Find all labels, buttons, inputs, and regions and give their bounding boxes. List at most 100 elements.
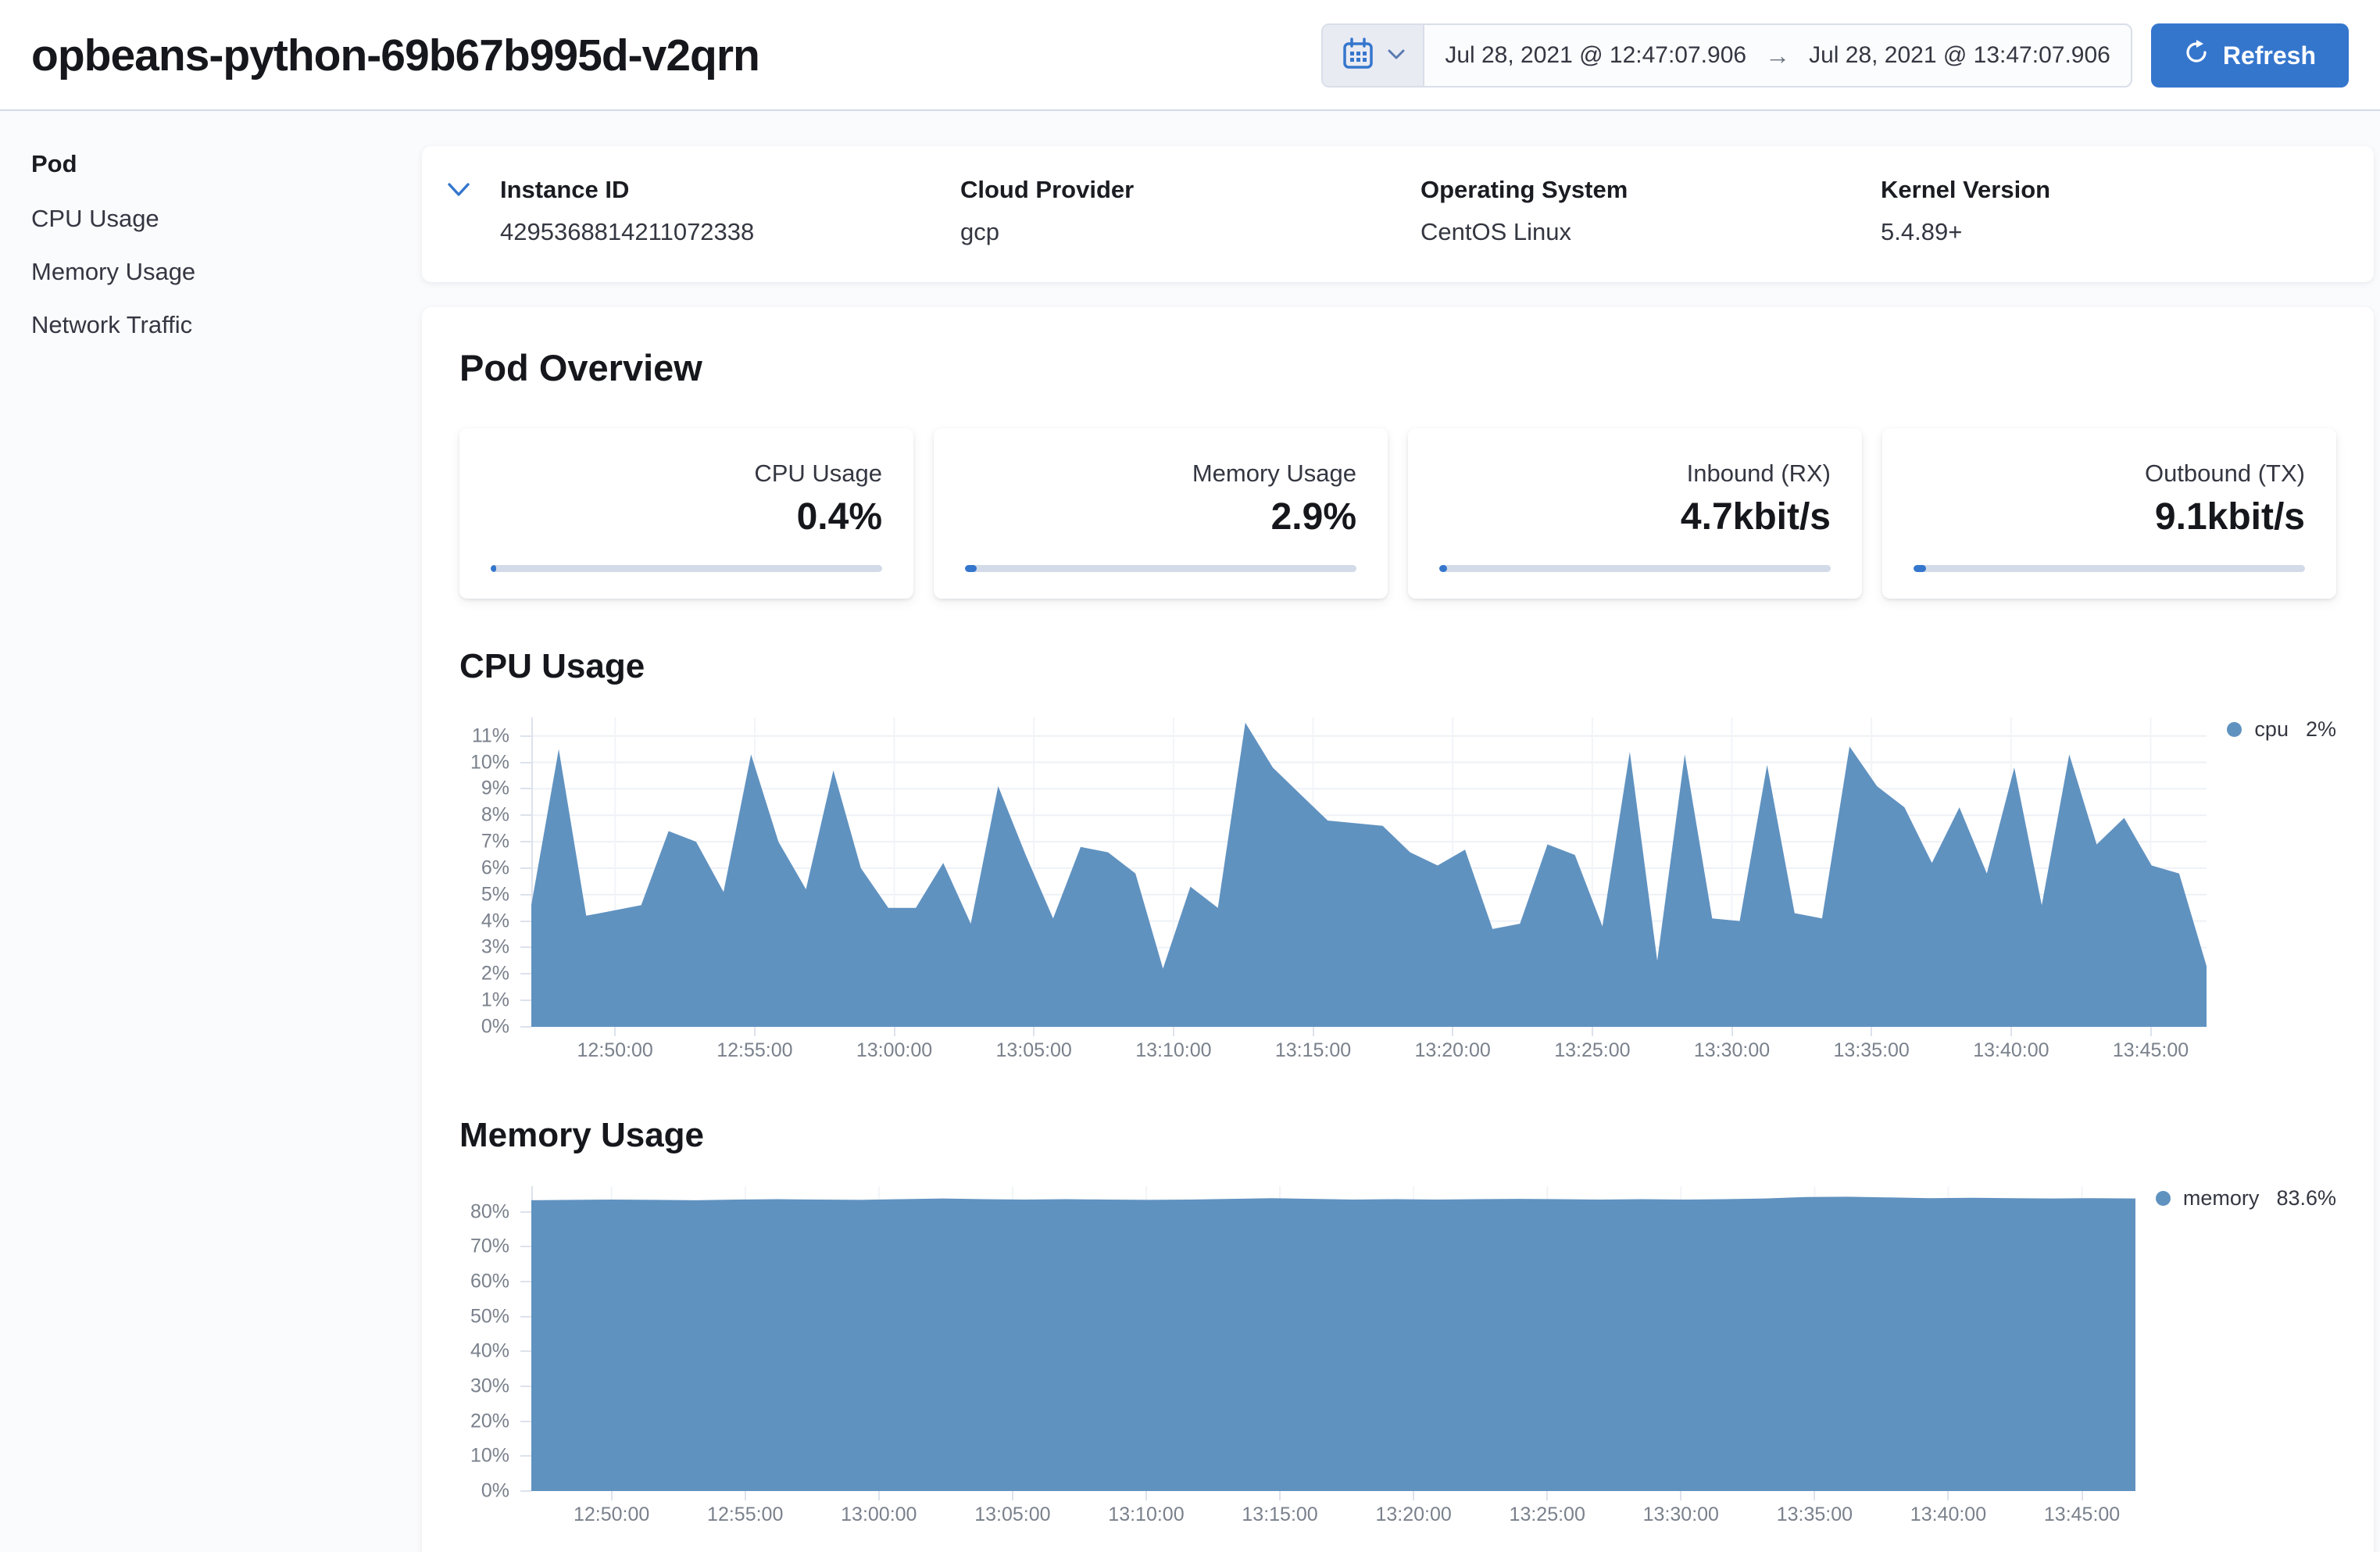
x-tick-mark bbox=[1947, 1491, 1949, 1500]
x-tick-label: 13:40:00 bbox=[1973, 1039, 2049, 1062]
x-tick-label: 13:05:00 bbox=[974, 1504, 1050, 1526]
metric-card-progress-fill bbox=[1439, 565, 1447, 572]
x-tick-mark bbox=[2150, 1027, 2152, 1036]
y-tick-mark bbox=[520, 867, 531, 869]
metric-card-value: 2.9% bbox=[965, 495, 1356, 538]
refresh-button[interactable]: Refresh bbox=[2151, 23, 2349, 88]
x-tick-label: 13:35:00 bbox=[1777, 1504, 1853, 1526]
metric-card-progress-fill bbox=[491, 565, 496, 572]
pod-overview-panel: Pod Overview CPU Usage 0.4% Memory Usage 2.… bbox=[422, 307, 2374, 1552]
metadata-field-value: CentOS Linux bbox=[1420, 218, 1881, 246]
header-controls: Jul 28, 2021 @ 12:47:07.906 → Jul 28, 20… bbox=[1321, 23, 2349, 88]
y-tick-label: 6% bbox=[481, 856, 509, 879]
metric-card-outbound-tx-: Outbound (TX)9.1kbit/s bbox=[1882, 428, 2336, 599]
memory-chart-title: Memory Usage bbox=[459, 1116, 2336, 1155]
cpu-usage-chart: 0%1%2%3%4%5%6%7%8%9%10%11%12:50:0012:55:… bbox=[459, 717, 2336, 1067]
y-tick-label: 8% bbox=[481, 804, 509, 827]
y-tick-mark bbox=[520, 1316, 531, 1318]
x-tick-label: 13:20:00 bbox=[1375, 1504, 1451, 1526]
y-tick-label: 20% bbox=[470, 1410, 509, 1432]
metric-card-progress-track bbox=[491, 565, 882, 572]
metric-card-label: Memory Usage bbox=[965, 460, 1356, 488]
x-tick-label: 13:25:00 bbox=[1554, 1039, 1630, 1062]
sidebar-nav: Pod CPU Usage Memory Usage Network Traffic bbox=[31, 111, 422, 1552]
x-tick-mark bbox=[894, 1027, 895, 1036]
x-tick-mark bbox=[1145, 1491, 1147, 1500]
y-tick-mark bbox=[520, 1026, 531, 1028]
y-tick-label: 30% bbox=[470, 1375, 509, 1397]
page-header: opbeans-python-69b67b995d-v2qrn bbox=[0, 0, 2380, 111]
date-start[interactable]: Jul 28, 2021 @ 12:47:07.906 bbox=[1445, 42, 1746, 69]
x-tick-label: 12:50:00 bbox=[577, 1039, 653, 1062]
metric-card-progress-track bbox=[965, 565, 1356, 572]
x-tick-label: 13:00:00 bbox=[856, 1039, 932, 1062]
metadata-field-label: Operating System bbox=[1420, 176, 1881, 204]
y-tick-label: 3% bbox=[481, 936, 509, 959]
y-tick-mark bbox=[520, 814, 531, 816]
x-tick-mark bbox=[1413, 1491, 1414, 1500]
y-tick-label: 5% bbox=[481, 883, 509, 906]
y-tick-mark bbox=[520, 1490, 531, 1492]
metric-card-inbound-rx-: Inbound (RX)4.7kbit/s bbox=[1408, 428, 1862, 599]
x-tick-mark bbox=[2082, 1491, 2083, 1500]
metadata-field: Instance ID4295368814211072338 bbox=[500, 176, 960, 246]
metadata-field-value: gcp bbox=[960, 218, 1420, 246]
y-tick-label: 9% bbox=[481, 778, 509, 800]
x-tick-label: 13:05:00 bbox=[996, 1039, 1072, 1062]
metadata-field-value: 5.4.89+ bbox=[1881, 218, 2341, 246]
x-tick-label: 13:15:00 bbox=[1242, 1504, 1317, 1526]
cpu-chart-title: CPU Usage bbox=[459, 647, 2336, 686]
y-tick-label: 70% bbox=[470, 1236, 509, 1258]
x-tick-mark bbox=[1546, 1491, 1548, 1500]
sidebar-item-memory-usage[interactable]: Memory Usage bbox=[31, 258, 422, 286]
y-tick-label: 50% bbox=[470, 1305, 509, 1328]
y-tick-mark bbox=[520, 921, 531, 922]
metadata-collapse-chevron-icon[interactable] bbox=[445, 181, 472, 202]
x-tick-label: 13:30:00 bbox=[1643, 1504, 1719, 1526]
metric-card-memory-usage: Memory Usage 2.9% bbox=[934, 428, 1388, 599]
y-tick-label: 0% bbox=[481, 1480, 509, 1503]
legend-series-value: 2% bbox=[2306, 717, 2336, 742]
sidebar-item-cpu-usage[interactable]: CPU Usage bbox=[31, 205, 422, 233]
plot-area: 12:50:0012:55:0013:00:0013:05:0013:10:00… bbox=[531, 717, 2207, 1067]
x-tick-mark bbox=[878, 1491, 880, 1500]
chevron-down-icon bbox=[1387, 48, 1406, 64]
sidebar-heading-pod: Pod bbox=[31, 150, 422, 178]
x-tick-mark bbox=[1173, 1027, 1174, 1036]
y-tick-label: 4% bbox=[481, 910, 509, 932]
x-tick-mark bbox=[1452, 1027, 1453, 1036]
legend-series-name[interactable]: cpu bbox=[2254, 717, 2289, 742]
metadata-field-label: Cloud Provider bbox=[960, 176, 1420, 204]
y-tick-mark bbox=[520, 762, 531, 763]
metadata-field: Operating System CentOS Linux bbox=[1420, 176, 1881, 246]
pod-overview-title: Pod Overview bbox=[459, 346, 2336, 389]
sidebar-item-network-traffic[interactable]: Network Traffic bbox=[31, 311, 422, 339]
metadata-field: Cloud Provider gcp bbox=[960, 176, 1420, 246]
x-tick-mark bbox=[1731, 1027, 1733, 1036]
x-axis: 12:50:0012:55:0013:00:0013:05:0013:10:00… bbox=[531, 1491, 2135, 1532]
metadata-field-value: 4295368814211072338 bbox=[500, 218, 960, 246]
y-tick-label: 7% bbox=[481, 831, 509, 853]
x-tick-label: 12:55:00 bbox=[707, 1504, 783, 1526]
arrow-right-icon: → bbox=[1765, 41, 1790, 70]
y-tick-label: 2% bbox=[481, 963, 509, 985]
legend-series-name[interactable]: memory bbox=[2183, 1186, 2260, 1210]
y-axis: 0%10%20%30%40%50%60%70%80% bbox=[459, 1186, 531, 1491]
quick-select-button[interactable] bbox=[1323, 25, 1424, 86]
legend-series-value: 83.6% bbox=[2276, 1186, 2336, 1210]
x-tick-mark bbox=[754, 1027, 756, 1036]
memory-usage-section: Memory Usage 0%10%20%30%40%50%60%70%80%1… bbox=[459, 1116, 2336, 1532]
x-tick-label: 13:25:00 bbox=[1510, 1504, 1585, 1526]
x-tick-label: 13:30:00 bbox=[1694, 1039, 1770, 1062]
y-tick-mark bbox=[520, 946, 531, 948]
date-range-picker[interactable]: Jul 28, 2021 @ 12:47:07.906 → Jul 28, 20… bbox=[1321, 23, 2132, 88]
content: Pod CPU Usage Memory Usage Network Traffic… bbox=[0, 111, 2380, 1552]
metric-card-value: 0.4% bbox=[491, 495, 882, 538]
y-tick-mark bbox=[520, 894, 531, 896]
x-tick-mark bbox=[1871, 1027, 1872, 1036]
chart-legend: cpu 2% bbox=[2227, 717, 2336, 742]
metric-card-label: CPU Usage bbox=[491, 460, 882, 488]
date-range-text[interactable]: Jul 28, 2021 @ 12:47:07.906 → Jul 28, 20… bbox=[1424, 25, 2131, 86]
date-end[interactable]: Jul 28, 2021 @ 13:47:07.906 bbox=[1809, 42, 2110, 69]
y-tick-label: 10% bbox=[470, 751, 509, 774]
